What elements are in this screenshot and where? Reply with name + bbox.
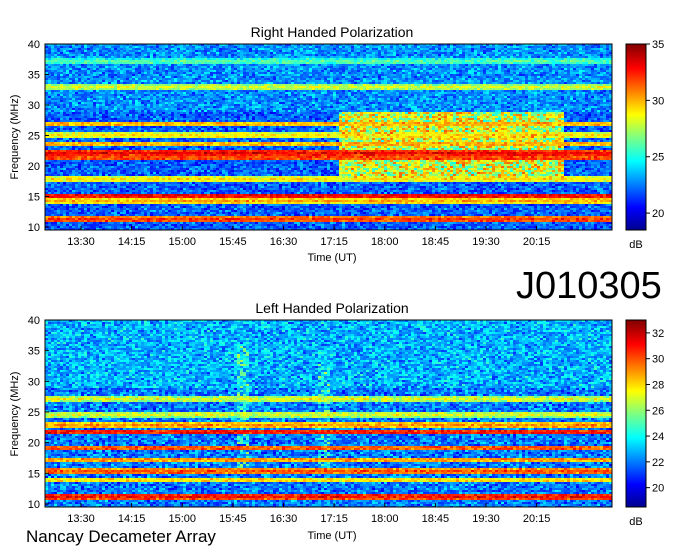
x-tick-label: 18:45 xyxy=(422,236,450,248)
y-tick-label: 35 xyxy=(28,346,40,358)
observation-id: J010305 xyxy=(516,264,662,308)
x-tick-label: 14:15 xyxy=(118,236,146,248)
colorbar-tick-label: 32 xyxy=(652,328,664,340)
top-colorbar-unit: dB xyxy=(629,239,642,251)
y-tick-label: 15 xyxy=(28,191,40,203)
x-tick-label: 16:30 xyxy=(270,513,298,525)
x-tick-label: 18:45 xyxy=(422,513,450,525)
bottom-colorbar-unit: dB xyxy=(629,516,642,528)
bottom-colorbar xyxy=(626,320,646,507)
colorbar-tick-label: 25 xyxy=(652,152,664,164)
bottom-chart-title: Left Handed Polarization xyxy=(255,300,408,316)
bottom-x-axis-label: Time (UT) xyxy=(307,530,356,542)
y-tick-label: 10 xyxy=(28,222,40,234)
top-panel: Right Handed Polarization 10 15 20 25 30 35 40… xyxy=(9,24,664,264)
y-tick-label: 30 xyxy=(28,376,40,388)
x-tick-label: 15:00 xyxy=(168,513,196,525)
y-tick-label: 15 xyxy=(28,468,40,480)
x-tick-label: 20:15 xyxy=(523,236,551,248)
top-x-axis-label: Time (UT) xyxy=(307,252,356,264)
colorbar-tick-label: 28 xyxy=(652,379,664,391)
y-tick-label: 25 xyxy=(28,407,40,419)
top-y-axis-label: Frequency (MHz) xyxy=(9,95,21,180)
x-tick-label: 20:15 xyxy=(523,513,551,525)
colorbar-tick-label: 35 xyxy=(652,39,664,51)
colorbar-tick-label: 24 xyxy=(652,431,664,443)
bottom-y-axis-label: Frequency (MHz) xyxy=(9,372,21,457)
x-tick-label: 15:00 xyxy=(168,236,196,248)
y-tick-label: 10 xyxy=(28,499,40,511)
x-tick-label: 16:30 xyxy=(270,236,298,248)
y-tick-label: 20 xyxy=(28,438,40,450)
colorbar-tick-label: 20 xyxy=(652,208,664,220)
x-tick-label: 19:30 xyxy=(472,236,500,248)
x-tick-label: 14:15 xyxy=(118,513,146,525)
bottom-colorbar-ticks: 20 22 24 26 28 30 32 xyxy=(646,328,664,495)
colorbar-tick-label: 30 xyxy=(652,354,664,366)
y-tick-label: 30 xyxy=(28,100,40,112)
x-tick-label: 19:30 xyxy=(472,513,500,525)
colorbar-tick-label: 20 xyxy=(652,483,664,495)
x-tick-label: 18:00 xyxy=(371,236,399,248)
y-tick-label: 20 xyxy=(28,161,40,173)
top-colorbar-ticks: 20 25 30 35 xyxy=(646,39,664,220)
x-tick-label: 13:30 xyxy=(67,513,95,525)
colorbar-tick-label: 22 xyxy=(652,457,664,469)
top-chart-title: Right Handed Polarization xyxy=(251,24,414,40)
instrument-credit: Nancay Decameter Array xyxy=(26,527,216,547)
x-tick-label: 17:15 xyxy=(320,513,348,525)
x-tick-label: 15:45 xyxy=(219,513,247,525)
y-tick-label: 35 xyxy=(28,69,40,81)
x-tick-label: 15:45 xyxy=(219,236,247,248)
bottom-spectrogram xyxy=(45,320,612,507)
colorbar-tick-label: 26 xyxy=(652,405,664,417)
y-tick-label: 40 xyxy=(28,39,40,51)
x-tick-label: 13:30 xyxy=(67,236,95,248)
top-spectrogram xyxy=(45,44,612,230)
top-colorbar xyxy=(626,44,646,230)
x-tick-label: 17:15 xyxy=(320,236,348,248)
bottom-panel: Left Handed Polarization 10152025303540 … xyxy=(9,300,664,542)
y-tick-label: 25 xyxy=(28,130,40,142)
colorbar-tick-label: 30 xyxy=(652,95,664,107)
x-tick-label: 18:00 xyxy=(371,513,399,525)
y-tick-label: 40 xyxy=(28,315,40,327)
